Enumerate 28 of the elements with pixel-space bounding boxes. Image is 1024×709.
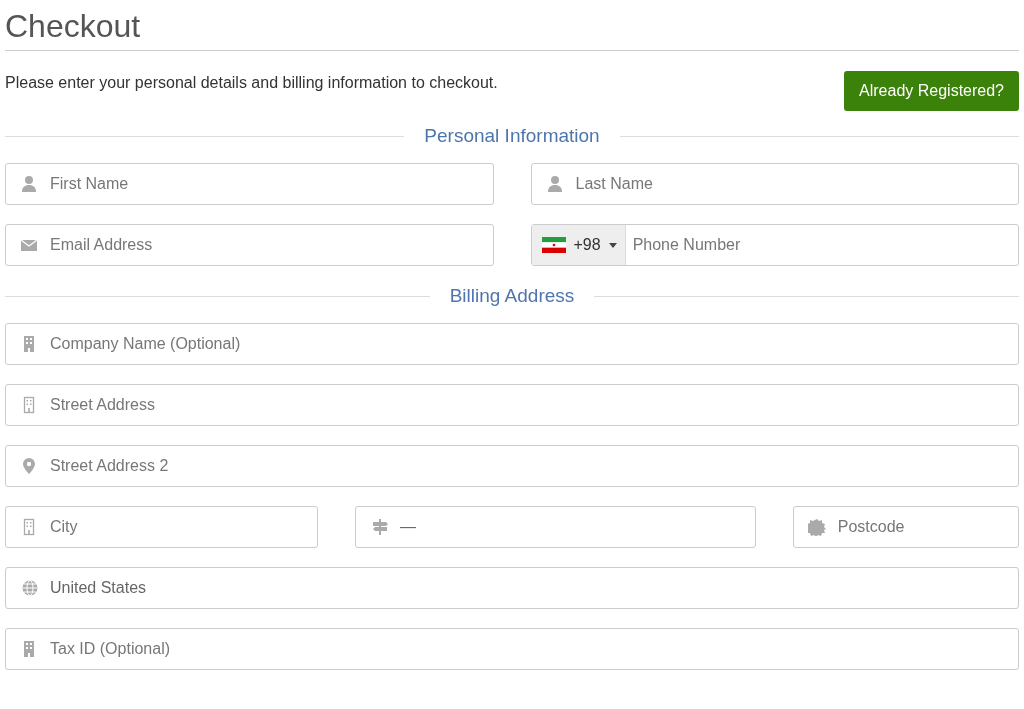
phone-field[interactable]: +98 Phone Number <box>530 224 1019 266</box>
flag-icon <box>541 237 566 253</box>
input-field[interactable]: Email Address <box>5 224 494 266</box>
input-field[interactable]: Last Name <box>530 163 1019 205</box>
input-field[interactable]: Street Address <box>5 384 1019 426</box>
globe-icon <box>21 579 39 597</box>
signpost-icon <box>371 518 389 536</box>
input-field[interactable]: City <box>5 506 318 548</box>
select-field[interactable]: — <box>355 506 756 548</box>
input-field[interactable]: Street Address 2 <box>5 445 1019 487</box>
map-pin-icon <box>20 457 38 475</box>
page-title: Checkout <box>5 7 142 46</box>
section-heading: Personal Information <box>424 125 600 147</box>
select-field[interactable]: United States <box>5 567 1019 609</box>
phone-input[interactable]: Phone Number <box>625 225 1018 265</box>
already-registered-button[interactable]: Already Registered? <box>844 71 1019 111</box>
country-code-dropdown[interactable]: +98 <box>531 225 626 265</box>
input-field[interactable]: Company Name (Optional) <box>5 323 1019 365</box>
intro-text: Please enter your personal details and billing information to checkout. <box>5 74 498 92</box>
badge-icon <box>807 518 826 536</box>
input-field[interactable]: Postcode <box>792 506 1019 548</box>
country-code: +98 <box>573 236 601 254</box>
input-field[interactable]: Tax ID (Optional) <box>5 628 1019 670</box>
user-icon <box>20 175 38 193</box>
section-heading: Billing Address <box>449 285 575 307</box>
caret-icon <box>608 242 617 248</box>
input-field[interactable]: First Name <box>5 163 494 205</box>
user-icon <box>545 175 564 193</box>
